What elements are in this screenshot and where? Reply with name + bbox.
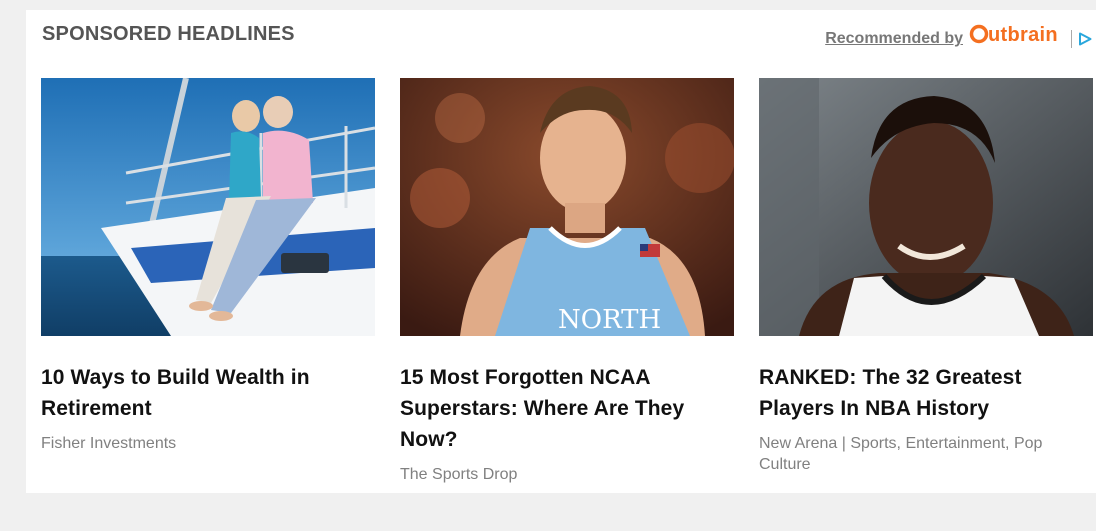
play-triangle-icon[interactable] [1078,32,1092,46]
svg-text:NORTH: NORTH [558,305,661,335]
recommended-by-link[interactable]: Recommended by [825,30,963,48]
svg-text:utbrain: utbrain [988,24,1058,46]
outbrain-logo-graphic: utbrain [969,24,1058,46]
widget-title: SPONSORED HEADLINES [42,23,295,45]
headline-card-2[interactable]: NORTH 15 Most Forgotten NCAA Superstars:… [400,78,734,485]
headline-source-2: The Sports Drop [400,466,518,483]
headline-card-3[interactable]: RANKED: The 32 Greatest Players In NBA H… [759,78,1093,475]
card-image-ncaa[interactable]: NORTH [400,78,734,336]
headline-title-3[interactable]: RANKED: The 32 Greatest Players In NBA H… [759,362,1093,424]
headline-card-1[interactable]: 10 Ways to Build Wealth in Retirement Fi… [41,78,375,454]
recommended-by[interactable]: Recommended by utbrain [825,24,1092,52]
outbrain-logo[interactable]: utbrain [969,22,1065,52]
card-image-retirement[interactable] [41,78,375,336]
brand-separator [1071,30,1072,48]
headline-source-3: New Arena | Sports, Entertainment, Pop C… [759,435,1043,473]
headline-source-1: Fisher Investments [41,435,177,452]
card-image-nba[interactable] [759,78,1093,336]
headline-title-2[interactable]: 15 Most Forgotten NCAA Superstars: Where… [400,362,734,455]
headline-title-1[interactable]: 10 Ways to Build Wealth in Retirement [41,362,375,424]
sponsored-widget: SPONSORED HEADLINES Recommended by utbra… [26,10,1096,493]
